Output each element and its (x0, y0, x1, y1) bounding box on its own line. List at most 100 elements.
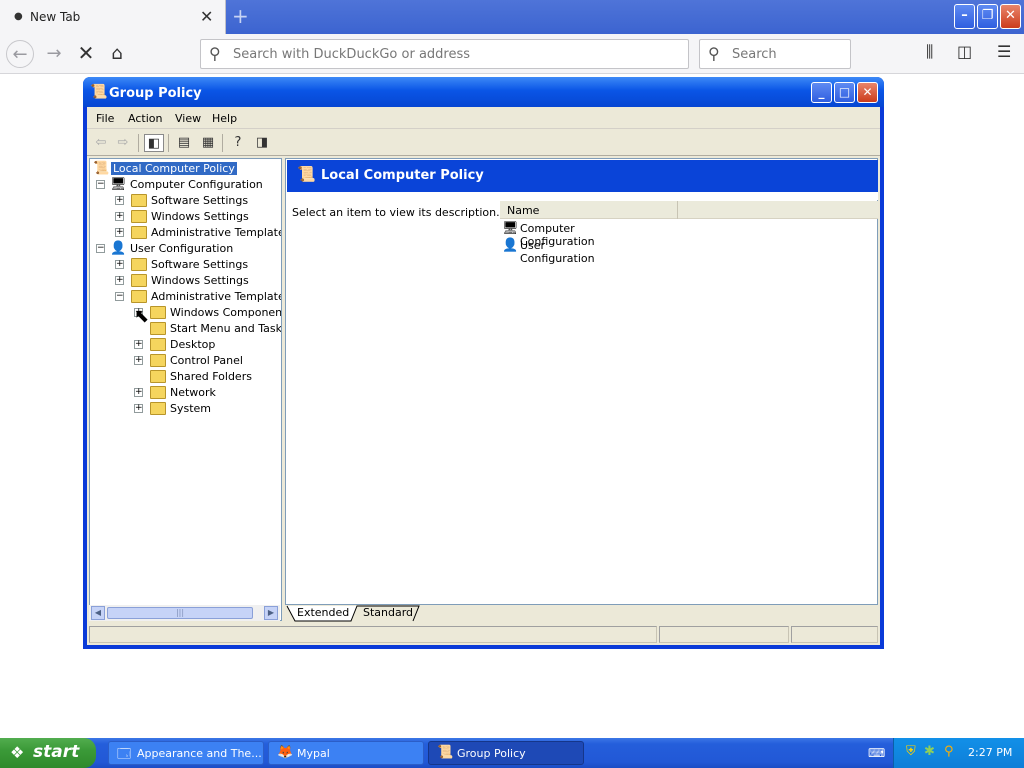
expand-icon[interactable]: + (115, 196, 124, 205)
taskbar-item-mypal[interactable]: 🦊 Mypal (268, 741, 424, 765)
menu-help[interactable]: Help (212, 112, 237, 125)
browser-tab-bar: ● New Tab ✕ + – ❐ ✕ (0, 0, 1024, 34)
status-section (89, 626, 657, 643)
forward-icon[interactable]: → (40, 40, 68, 68)
window-title-bar[interactable]: 📜 Group Policy _ □ ✕ (83, 77, 884, 107)
home-icon[interactable]: ⌂ (103, 40, 131, 68)
tab-extended[interactable]: Extended (297, 606, 349, 619)
scroll-right-icon[interactable]: ▶ (264, 606, 278, 620)
security-shield-icon[interactable]: ⛨ (906, 744, 916, 759)
folder-icon (150, 402, 166, 415)
show-action-pane-icon[interactable]: ◨ (252, 134, 272, 152)
expand-icon[interactable]: + (134, 356, 143, 365)
search-icon[interactable]: ⚲ (944, 744, 954, 759)
network-icon[interactable]: ✱ (924, 744, 935, 759)
policy-icon: 📜 (90, 84, 108, 100)
description-text: Select an item to view its description. (292, 206, 500, 219)
computer-icon: 🖥 (110, 177, 127, 192)
tab-title: New Tab (30, 10, 81, 24)
folder-icon (150, 322, 166, 335)
scroll-left-icon[interactable]: ◀ (91, 606, 105, 620)
status-bar (87, 624, 880, 645)
folder-icon (131, 194, 147, 207)
library-icon[interactable]: ⫼ (926, 42, 933, 62)
start-button[interactable]: ❖ start (0, 738, 96, 768)
column-name-header[interactable]: Name (500, 201, 678, 219)
view-tabs: Extended Standard (285, 605, 880, 622)
expand-icon[interactable]: + (115, 228, 124, 237)
expand-icon[interactable]: + (134, 340, 143, 349)
taskbar-item-group-policy[interactable]: 📜 Group Policy (428, 741, 584, 765)
banner-title: Local Computer Policy (321, 168, 484, 183)
keyboard-icon[interactable]: ⌨ (868, 746, 885, 760)
toolbar-separator (222, 134, 223, 152)
taskbar: ❖ start 🗔 Appearance and The... 🦊 Mypal … (0, 738, 1024, 768)
clock: 2:27 PM (968, 746, 1013, 759)
window-title: Group Policy (109, 86, 202, 101)
search-icon: ⚲ (209, 44, 221, 63)
url-placeholder: Search with DuckDuckGo or address (233, 47, 471, 62)
menu-icon[interactable]: ☰ (997, 42, 1011, 61)
list-header: Name (500, 201, 878, 219)
export-list-icon[interactable]: ▦ (198, 134, 218, 152)
folder-icon (131, 210, 147, 223)
search-input[interactable]: ⚲ Search (699, 39, 851, 69)
mypal-icon: 🦊 (277, 745, 294, 760)
expand-icon[interactable]: + (115, 212, 124, 221)
back-icon[interactable]: ← (6, 40, 34, 68)
folder-icon (150, 386, 166, 399)
expand-icon[interactable]: + (115, 276, 124, 285)
folder-icon (150, 338, 166, 351)
details-banner: 📜 Local Computer Policy (287, 160, 878, 192)
stop-icon[interactable]: ✕ (72, 40, 100, 68)
tab-close-icon[interactable]: ✕ (200, 7, 213, 26)
user-icon: 👤 (502, 238, 519, 253)
new-tab-icon[interactable]: + (232, 4, 249, 28)
collapse-icon[interactable]: − (115, 292, 124, 301)
menu-view[interactable]: View (175, 112, 201, 125)
help-icon[interactable]: ? (228, 134, 248, 152)
folder-icon (131, 274, 147, 287)
scroll-thumb[interactable]: ||| (107, 607, 253, 619)
toolbar: ⇦ ⇨ ◧ ▤ ▦ ? ◨ (87, 130, 880, 156)
close-button[interactable]: ✕ (857, 82, 878, 103)
browser-tab[interactable]: ● New Tab ✕ (0, 0, 226, 34)
url-bar[interactable]: ⚲ Search with DuckDuckGo or address (200, 39, 689, 69)
properties-icon[interactable]: ▤ (174, 134, 194, 152)
sidebar-icon[interactable]: ◫ (957, 42, 972, 61)
browser-close-button[interactable]: ✕ (1000, 4, 1021, 29)
details-pane: 📜 Local Computer Policy Select an item t… (285, 158, 878, 605)
maximize-button[interactable]: □ (834, 82, 855, 103)
menu-file[interactable]: File (96, 112, 114, 125)
taskbar-item-appearance[interactable]: 🗔 Appearance and The... (108, 741, 264, 765)
expand-icon[interactable]: + (134, 388, 143, 397)
control-panel-icon: 🗔 (117, 747, 132, 762)
tree-horizontal-scrollbar[interactable]: ◀ ||| ▶ (89, 605, 280, 621)
system-tray: ⛨ ✱ ⚲ 2:27 PM (893, 738, 1024, 768)
status-section (659, 626, 789, 643)
show-hide-tree-icon[interactable]: ◧ (144, 134, 164, 152)
browser-restore-button[interactable]: ❐ (977, 4, 998, 29)
search-icon: ⚲ (708, 44, 720, 63)
windows-flag-icon: ❖ (10, 743, 25, 762)
folder-icon (150, 354, 166, 367)
menu-action[interactable]: Action (128, 112, 162, 125)
collapse-icon[interactable]: − (96, 244, 105, 253)
browser-nav-bar: ← → ✕ ⌂ ⚲ Search with DuckDuckGo or addr… (0, 34, 1024, 74)
folder-icon (131, 258, 147, 271)
mouse-cursor-icon: ⬉ (134, 306, 150, 327)
minimize-button[interactable]: _ (811, 82, 832, 103)
expand-icon[interactable]: + (134, 404, 143, 413)
back-icon[interactable]: ⇦ (91, 134, 111, 152)
tree-pane: 📜 Local Computer Policy − 🖥 Computer Con… (89, 158, 282, 621)
policy-icon: 📜 (93, 161, 110, 176)
toolbar-separator (168, 134, 169, 152)
tab-dot-icon: ● (14, 11, 23, 22)
collapse-icon[interactable]: − (96, 180, 105, 189)
banner-notch (498, 192, 878, 200)
browser-minimize-button[interactable]: – (954, 4, 975, 29)
expand-icon[interactable]: + (115, 260, 124, 269)
forward-icon[interactable]: ⇨ (113, 134, 133, 152)
tab-standard[interactable]: Standard (363, 606, 413, 619)
user-icon: 👤 (110, 241, 127, 256)
